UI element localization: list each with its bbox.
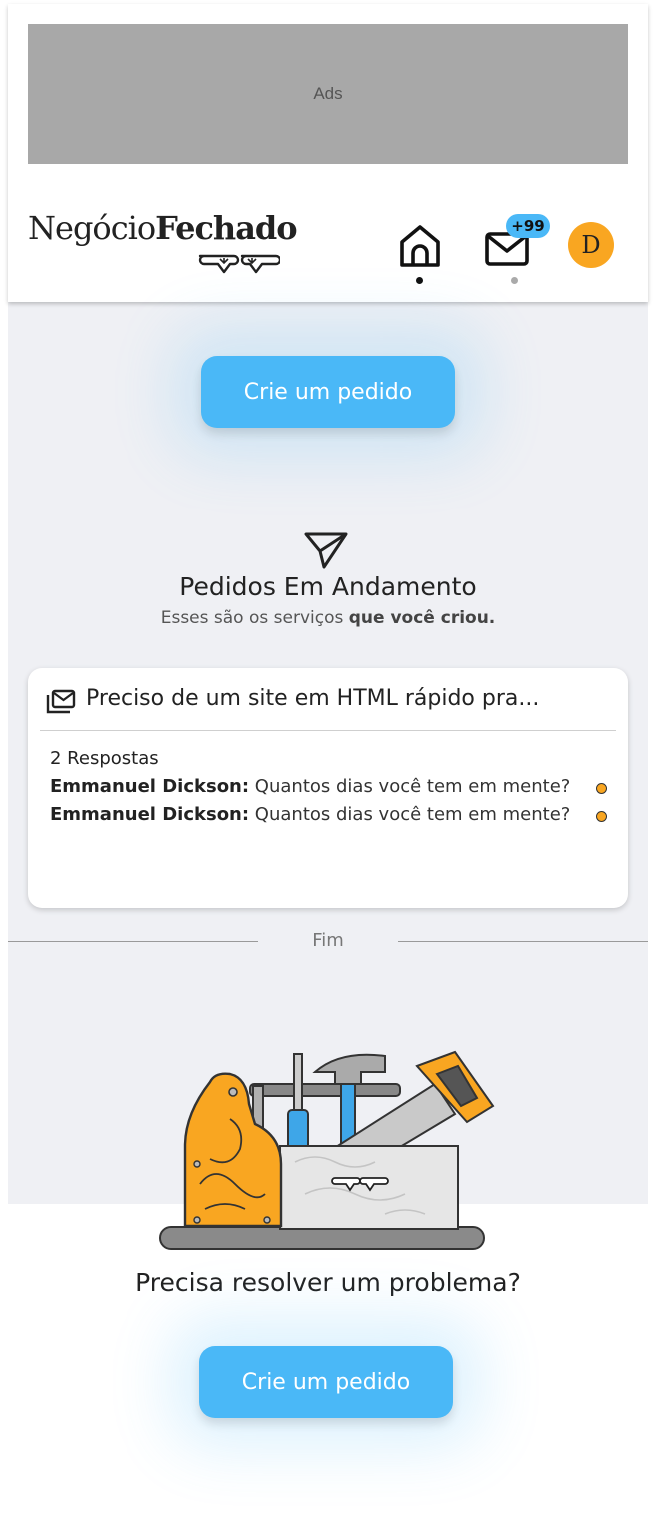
message-count-badge: +99 <box>506 214 550 238</box>
header: Ads NegócioFechado +99 D <box>8 4 648 302</box>
message-author: Emmanuel Dickson: <box>50 804 250 825</box>
request-card[interactable]: Preciso de um site em HTML rápido pra...… <box>28 668 628 908</box>
message-text: Quantos dias você tem em mente? <box>249 804 571 825</box>
toolbox-illustration <box>159 1050 495 1250</box>
avatar[interactable]: D <box>568 222 614 268</box>
divider-right <box>398 941 648 942</box>
section-subtitle: Esses são os serviços que você criou. <box>0 608 656 628</box>
create-request-button-footer[interactable]: Crie um pedido <box>199 1346 453 1418</box>
send-icon <box>304 532 348 569</box>
message-text: Quantos dias você tem em mente? <box>249 776 571 797</box>
message-author: Emmanuel Dickson: <box>50 776 250 797</box>
brand-logo[interactable]: NegócioFechado <box>28 209 298 247</box>
card-divider <box>40 730 616 731</box>
mail-stack-icon <box>46 689 76 714</box>
response-message[interactable]: Emmanuel Dickson: Quantos dias você tem … <box>50 776 570 797</box>
subtitle-emphasis: que você criou. <box>348 608 496 628</box>
unread-dot <box>596 783 607 794</box>
create-request-button[interactable]: Crie um pedido <box>201 356 455 428</box>
brand-name-bold: Fechado <box>155 209 298 247</box>
active-indicator <box>416 277 423 284</box>
ads-banner[interactable]: Ads <box>28 24 628 164</box>
inactive-indicator <box>511 277 518 284</box>
subtitle-prefix: Esses são os serviços <box>160 608 349 628</box>
home-icon <box>400 225 440 267</box>
response-message[interactable]: Emmanuel Dickson: Quantos dias você tem … <box>50 804 570 825</box>
nav-home[interactable] <box>398 222 442 286</box>
section-title: Pedidos Em Andamento <box>179 572 477 601</box>
response-count: 2 Respostas <box>50 748 159 769</box>
problem-question: Precisa resolver um problema? <box>135 1268 521 1297</box>
handshake-icon <box>198 254 280 274</box>
ads-label: Ads <box>313 84 343 103</box>
request-title: Preciso de um site em HTML rápido pra... <box>86 686 540 711</box>
brand-name-regular: Negócio <box>28 209 156 247</box>
nav-messages[interactable]: +99 <box>482 214 550 286</box>
unread-dot <box>596 811 607 822</box>
